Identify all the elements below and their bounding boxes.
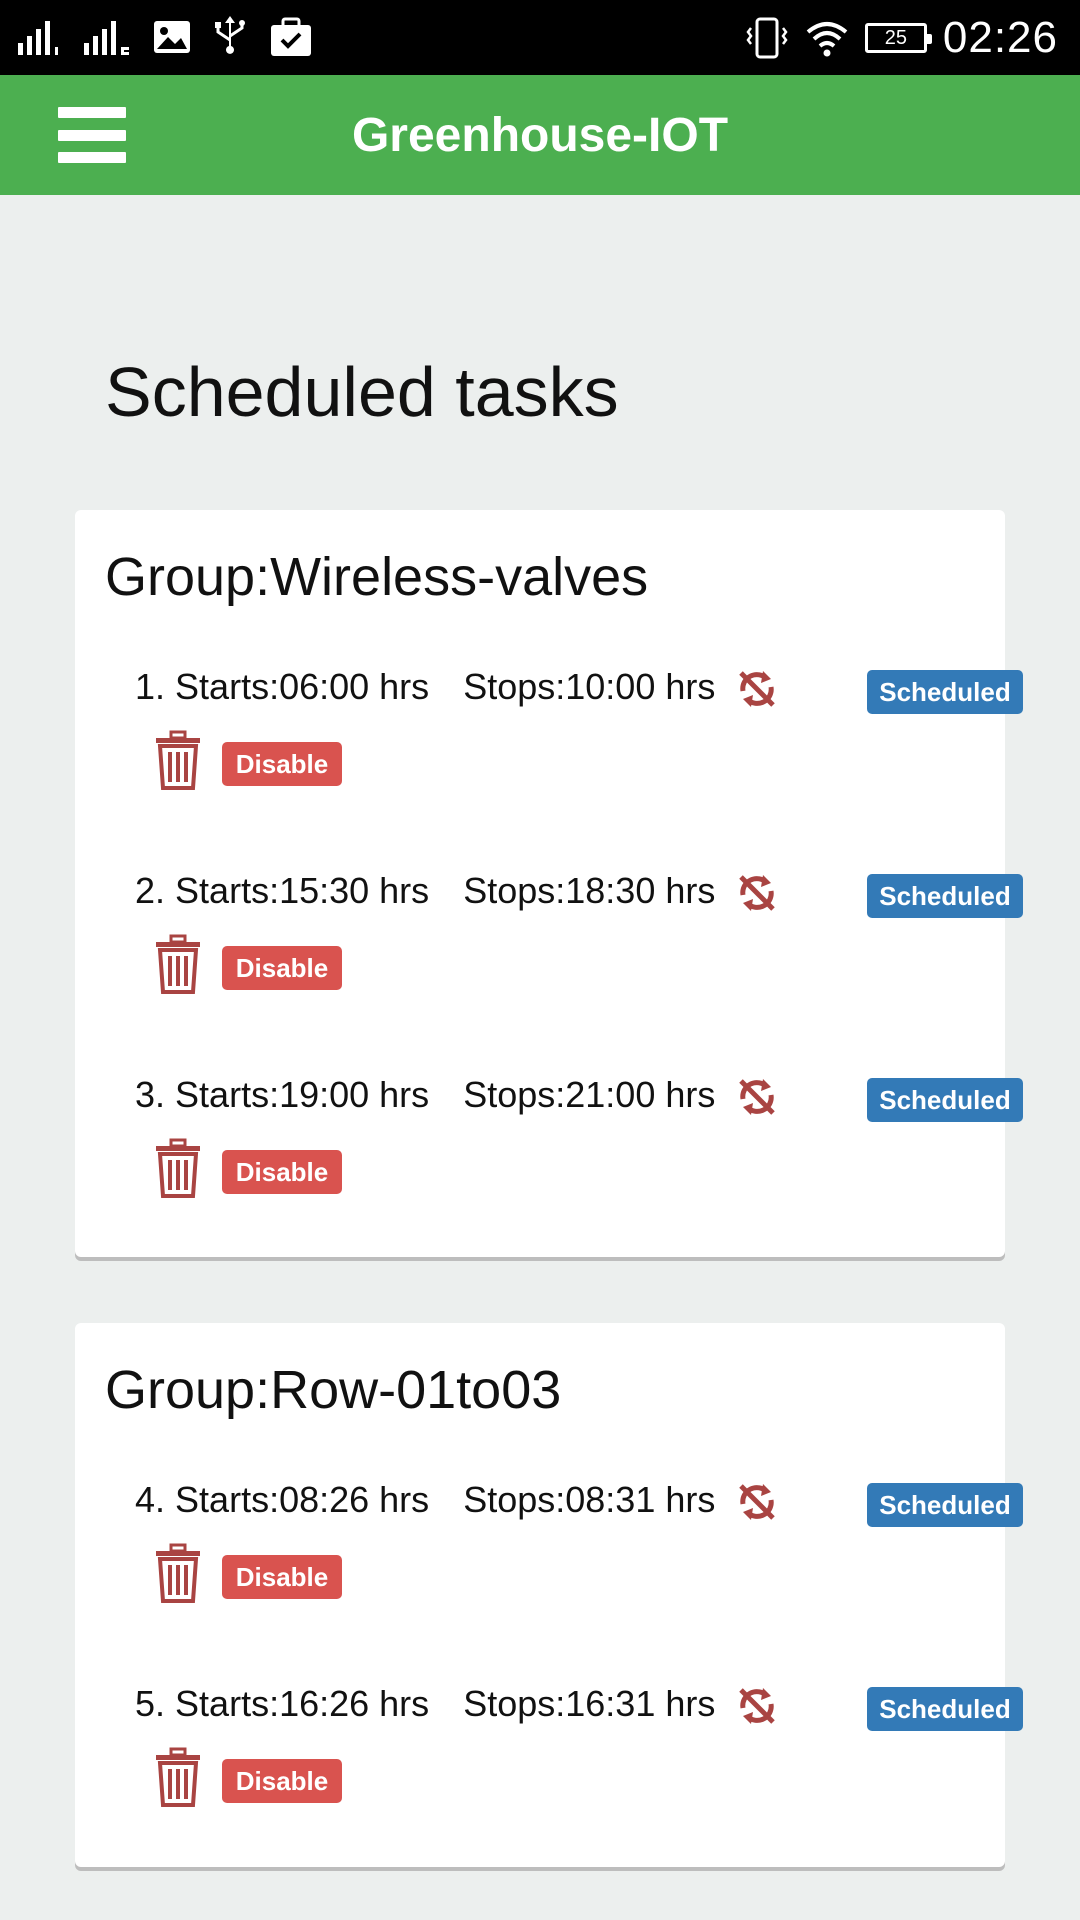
task-starts: Starts:19:00 hrs (175, 1074, 430, 1115)
task-stops: Stops:10:00 hrs (463, 666, 716, 707)
task-number: 1. (135, 666, 166, 707)
status-bar-left (16, 14, 314, 60)
status-bar: 25 02:26 (0, 0, 1080, 75)
task-starts: Starts:16:26 hrs (175, 1683, 430, 1724)
group-title: Group:Row-01to03 (105, 1360, 562, 1420)
app-title: Greenhouse-IOT (351, 108, 729, 162)
status-badge: Scheduled (867, 874, 1023, 918)
usb-icon (215, 16, 245, 54)
group-card-row-01to03: Group:Row-01to03 4. Starts:08:26 hrs Sto… (75, 1323, 1023, 1867)
sync-disabled-icon[interactable] (735, 1684, 779, 1728)
task-stops: Stops:18:30 hrs (463, 870, 716, 911)
disable-button[interactable]: Disable (222, 946, 342, 990)
task-schedule-text: 2. Starts:15:30 hrs Stops:18:30 hrs (135, 866, 715, 916)
signal-2-icon (84, 21, 129, 55)
task-schedule-text: 4. Starts:08:26 hrs Stops:08:31 hrs (135, 1475, 715, 1525)
task-schedule-text: 1. Starts:06:00 hrs Stops:10:00 hrs (135, 662, 715, 712)
status-badge: Scheduled (867, 670, 1023, 714)
trash-icon[interactable] (153, 934, 203, 994)
task-schedule-text: 3. Starts:19:00 hrs Stops:21:00 hrs (135, 1070, 715, 1120)
disable-button[interactable]: Disable (222, 742, 342, 786)
status-badge: Scheduled (867, 1483, 1023, 1527)
task-stops: Stops:21:00 hrs (463, 1074, 716, 1115)
task-number: 5. (135, 1683, 166, 1724)
battery-icon: 25 (864, 23, 932, 53)
task-schedule-text: 5. Starts:16:26 hrs Stops:16:31 hrs (135, 1679, 715, 1729)
signal-1-icon (18, 21, 58, 55)
trash-icon[interactable] (153, 1543, 203, 1603)
task-item: 3. Starts:19:00 hrs Stops:21:00 hrs Sche… (135, 1070, 1023, 1200)
trash-icon[interactable] (153, 1747, 203, 1807)
task-stops: Stops:16:31 hrs (463, 1683, 716, 1724)
trash-icon[interactable] (153, 730, 203, 790)
app-bar: Greenhouse-IOT (0, 75, 1080, 195)
clock: 02:26 (942, 13, 1058, 62)
task-number: 4. (135, 1479, 166, 1520)
battery-level: 25 (884, 26, 908, 49)
wifi-icon (806, 22, 848, 57)
sync-disabled-icon[interactable] (735, 667, 779, 711)
task-item: 5. Starts:16:26 hrs Stops:16:31 hrs Sche… (135, 1679, 1023, 1809)
page-title: Scheduled tasks (105, 353, 619, 431)
sync-disabled-icon[interactable] (735, 1075, 779, 1119)
sync-disabled-icon[interactable] (735, 1480, 779, 1524)
status-badge: Scheduled (867, 1078, 1023, 1122)
disable-button[interactable]: Disable (222, 1759, 342, 1803)
task-stops: Stops:08:31 hrs (463, 1479, 716, 1520)
task-number: 2. (135, 870, 166, 911)
task-item: 2. Starts:15:30 hrs Stops:18:30 hrs Sche… (135, 866, 1023, 996)
task-item: 4. Starts:08:26 hrs Stops:08:31 hrs Sche… (135, 1475, 1023, 1605)
briefcase-check-icon (271, 17, 311, 56)
group-card-wireless-valves: Group:Wireless-valves 1. Starts:06:00 hr… (75, 510, 1023, 1257)
task-starts: Starts:15:30 hrs (175, 870, 430, 911)
task-starts: Starts:06:00 hrs (175, 666, 430, 707)
vibrate-icon (746, 17, 788, 59)
status-badge: Scheduled (867, 1687, 1023, 1731)
image-icon (154, 21, 190, 53)
status-bar-right: 25 02:26 (745, 10, 1058, 66)
trash-icon[interactable] (153, 1138, 203, 1198)
sync-disabled-icon[interactable] (735, 871, 779, 915)
disable-button[interactable]: Disable (222, 1555, 342, 1599)
task-starts: Starts:08:26 hrs (175, 1479, 430, 1520)
task-item: 1. Starts:06:00 hrs Stops:10:00 hrs Sche… (135, 662, 1023, 792)
group-title: Group:Wireless-valves (105, 547, 649, 607)
task-number: 3. (135, 1074, 166, 1115)
disable-button[interactable]: Disable (222, 1150, 342, 1194)
